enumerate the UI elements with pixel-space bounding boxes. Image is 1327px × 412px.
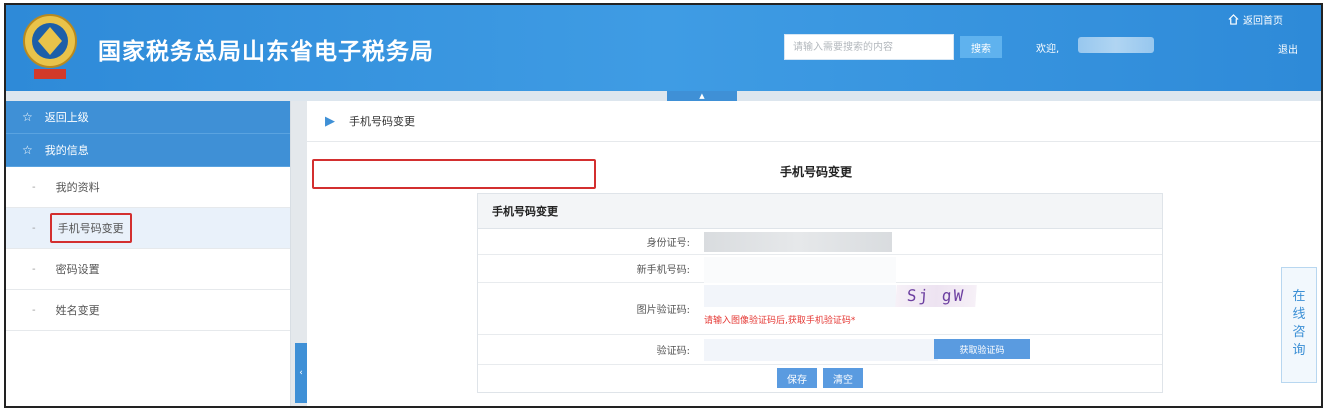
- get-code-button[interactable]: 获取验证码: [934, 339, 1030, 359]
- new-phone-row: 新手机号码:: [478, 255, 1162, 283]
- sms-code-input[interactable]: [704, 339, 938, 361]
- sidebar-toggle[interactable]: ‹: [295, 343, 307, 403]
- sidebar-item-label: 姓名变更: [55, 304, 100, 317]
- star-icon: ☆: [22, 110, 33, 124]
- search-input[interactable]: [784, 34, 954, 60]
- bullet-icon: -: [32, 222, 36, 234]
- captcha-input[interactable]: [704, 285, 896, 307]
- home-link[interactable]: 返回首页: [1228, 12, 1283, 27]
- username-redacted: [1078, 37, 1154, 53]
- new-phone-label: 新手机号码:: [636, 265, 690, 276]
- online-consult-button[interactable]: 在线咨询: [1281, 267, 1317, 383]
- site-header: 国家税务总局山东省电子税务局 搜索 欢迎, 返回首页 退出: [6, 5, 1321, 91]
- sidebar-section-label: 我的信息: [44, 144, 89, 157]
- sidebar-back-label: 返回上级: [44, 111, 89, 124]
- top-splitter: [6, 91, 1321, 101]
- home-icon: [1228, 14, 1239, 25]
- id-number-redacted: [704, 232, 892, 252]
- id-row: 身份证号:: [478, 229, 1162, 255]
- sidebar-back[interactable]: ☆ 返回上级: [6, 101, 290, 134]
- home-link-label: 返回首页: [1243, 16, 1283, 27]
- sidebar-item-label: 密码设置: [55, 263, 100, 276]
- sidebar-item-change-name[interactable]: - 姓名变更: [6, 290, 290, 331]
- breadcrumb: ▶ 手机号码变更: [307, 101, 1321, 142]
- app-frame: 国家税务总局山东省电子税务局 搜索 欢迎, 返回首页 退出 ▲ ☆ 返回上级 ☆…: [4, 3, 1323, 408]
- sidebar: ☆ 返回上级 ☆ 我的信息 - 我的资料 - 手机号码变更 - 密码设置 - 姓…: [6, 101, 291, 406]
- save-button[interactable]: 保存: [777, 368, 817, 388]
- captcha-hint: 请输入图像验证码后,获取手机验证码*: [704, 316, 856, 326]
- captcha-image[interactable]: Sj gW: [895, 285, 977, 307]
- sms-code-row: 验证码: 获取验证码: [478, 335, 1162, 365]
- welcome-text: 欢迎,: [1036, 44, 1060, 55]
- form-caption: 手机号码变更: [478, 194, 1162, 229]
- clear-button[interactable]: 清空: [823, 368, 863, 388]
- main-content: ▶ 手机号码变更 手机号码变更 手机号码变更 身份证号: 新手机号码: 图片验证…: [307, 101, 1321, 406]
- bullet-icon: -: [32, 304, 36, 316]
- sidebar-item-password[interactable]: - 密码设置: [6, 249, 290, 290]
- site-title: 国家税务总局山东省电子税务局: [98, 39, 434, 65]
- arrow-right-icon: ▶: [325, 113, 335, 129]
- form-actions: 保存 清空: [478, 365, 1162, 391]
- collapse-icon: ▲: [699, 92, 705, 100]
- bullet-icon: -: [32, 181, 36, 193]
- new-phone-input[interactable]: [704, 257, 896, 283]
- sidebar-item-label: 我的资料: [55, 181, 100, 194]
- online-consult-label: 在线咨询: [1292, 289, 1306, 358]
- star-icon: ☆: [22, 143, 33, 157]
- bullet-icon: -: [32, 263, 36, 275]
- logout-link[interactable]: 退出: [1278, 41, 1298, 56]
- sidebar-item-my-profile[interactable]: - 我的资料: [6, 167, 290, 208]
- sidebar-section-my-info[interactable]: ☆ 我的信息: [6, 134, 290, 167]
- phone-change-form: 手机号码变更 身份证号: 新手机号码: 图片验证码: Sj gW 请输入图像验证: [477, 193, 1163, 393]
- sidebar-item-label: 手机号码变更: [49, 213, 132, 243]
- id-label: 身份证号:: [646, 238, 690, 249]
- sms-code-label: 验证码:: [656, 346, 690, 357]
- tax-emblem-icon: [23, 14, 77, 79]
- sidebar-item-change-phone[interactable]: - 手机号码变更: [6, 208, 290, 249]
- search-button[interactable]: 搜索: [960, 36, 1002, 58]
- breadcrumb-current: 手机号码变更: [349, 115, 415, 128]
- collapse-header-tab[interactable]: ▲: [667, 91, 737, 101]
- captcha-row: 图片验证码: Sj gW 请输入图像验证码后,获取手机验证码*: [478, 283, 1162, 335]
- new-phone-highlight: [312, 159, 596, 189]
- captcha-label: 图片验证码:: [636, 305, 690, 316]
